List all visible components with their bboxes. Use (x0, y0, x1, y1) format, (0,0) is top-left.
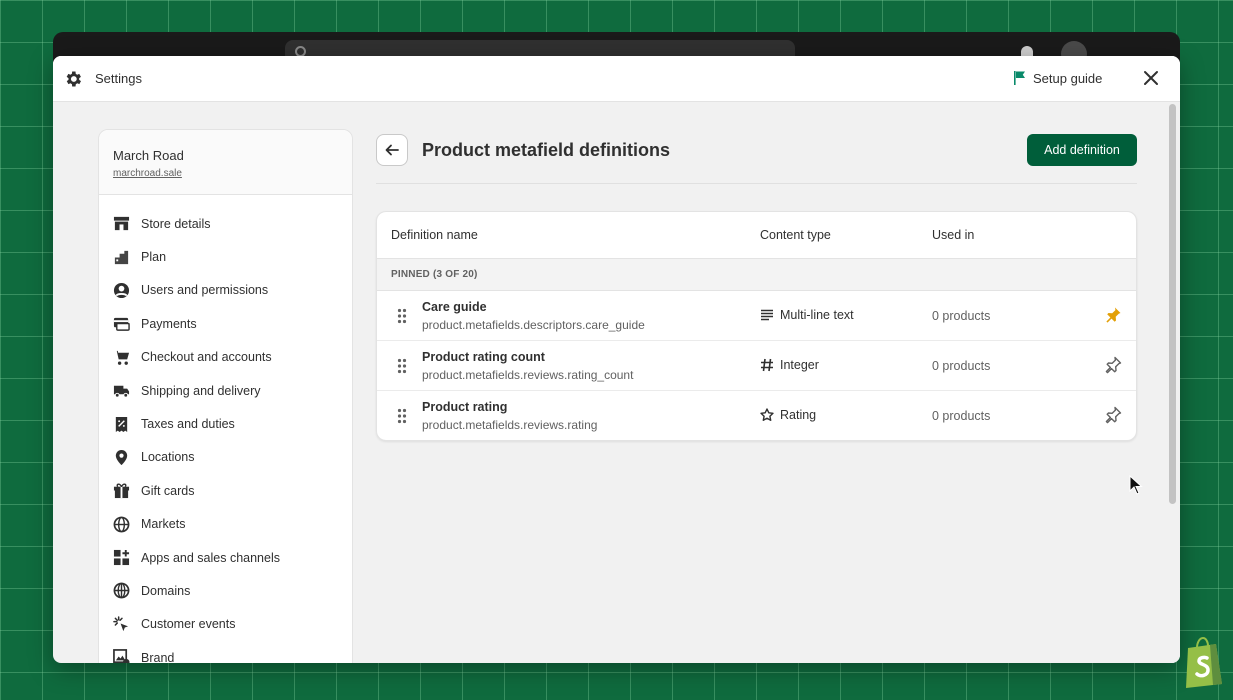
sidebar-item-label: Gift cards (141, 483, 195, 498)
definition-key: product.metafields.reviews.rating (422, 418, 598, 432)
content-type: Rating (760, 408, 816, 422)
sidebar-item-payments[interactable]: Payments (99, 307, 352, 340)
apps-icon (113, 550, 130, 566)
plan-icon (114, 250, 129, 264)
payments-icon (113, 318, 130, 332)
sidebar-item-shipping[interactable]: Shipping and delivery (99, 374, 352, 407)
pin-icon-active[interactable] (1104, 306, 1122, 324)
modal-header: Settings Setup guide (53, 56, 1180, 102)
sidebar-item-label: Markets (141, 517, 186, 532)
table-row[interactable]: Care guide product.metafields.descriptor… (377, 291, 1136, 341)
star-icon (760, 408, 774, 421)
pin-icon[interactable] (1104, 356, 1122, 374)
close-icon[interactable] (1141, 68, 1161, 88)
arrow-left-icon (385, 144, 399, 156)
modal-title: Settings (95, 71, 142, 86)
used-in-count: 0 products (932, 359, 991, 373)
settings-modal: Settings Setup guide March Road marchroa… (53, 56, 1180, 663)
drag-handle-icon[interactable] (397, 358, 407, 374)
content-type-label: Multi-line text (780, 308, 854, 322)
sidebar-item-label: Taxes and duties (141, 417, 235, 432)
column-header-name: Definition name (391, 228, 478, 242)
domains-icon (113, 583, 130, 599)
content-type: Integer (760, 358, 819, 372)
settings-nav: Store details Plan Users and permissions… (99, 195, 352, 663)
store-info: March Road marchroad.sale (99, 130, 352, 195)
divider (376, 183, 1137, 184)
sidebar-item-taxes[interactable]: Taxes and duties (99, 407, 352, 440)
sidebar-item-plan[interactable]: Plan (99, 240, 352, 273)
sidebar-item-label: Plan (141, 250, 167, 265)
store-name: March Road (113, 148, 184, 163)
definition-name: Product rating (422, 400, 508, 414)
add-definition-button[interactable]: Add definition (1027, 134, 1137, 166)
sidebar-item-gift-cards[interactable]: Gift cards (99, 474, 352, 507)
sidebar-item-label: Checkout and accounts (141, 350, 272, 365)
definition-key: product.metafields.descriptors.care_guid… (422, 318, 645, 332)
definitions-table: Definition name Content type Used in PIN… (376, 211, 1137, 441)
pin-icon[interactable] (1104, 406, 1122, 424)
content-type: Multi-line text (760, 308, 854, 322)
scrollbar-thumb[interactable] (1169, 104, 1176, 504)
table-row[interactable]: Product rating count product.metafields.… (377, 341, 1136, 391)
page-title: Product metafield definitions (422, 140, 671, 160)
pinned-count-label: PINNED (3 OF 20) (391, 269, 478, 280)
table-row[interactable]: Product rating product.metafields.review… (377, 391, 1136, 440)
sidebar-item-label: Users and permissions (141, 283, 269, 298)
sidebar-item-customer-events[interactable]: Customer events (99, 608, 352, 641)
globe-icon (113, 516, 130, 533)
sidebar-item-store-details[interactable]: Store details (99, 207, 352, 240)
sidebar-item-label: Store details (141, 216, 211, 231)
sidebar-item-label: Brand (141, 650, 175, 663)
store-icon (113, 217, 130, 231)
table-header: Definition name Content type Used in (377, 212, 1136, 259)
sidebar-item-domains[interactable]: Domains (99, 574, 352, 607)
sidebar-item-apps[interactable]: Apps and sales channels (99, 541, 352, 574)
content-type-label: Integer (780, 358, 819, 372)
flag-icon (1014, 71, 1025, 85)
sidebar-item-label: Shipping and delivery (141, 383, 261, 398)
content-type-label: Rating (780, 408, 817, 422)
setup-guide-label: Setup guide (1033, 70, 1103, 86)
sidebar-item-label: Domains (141, 583, 191, 598)
pinned-section-header: PINNED (3 OF 20) (377, 259, 1136, 291)
sidebar-item-label: Customer events (141, 617, 236, 632)
truck-icon (113, 385, 130, 398)
sidebar-item-brand[interactable]: Brand (99, 641, 352, 663)
location-icon (115, 449, 128, 465)
store-url-link[interactable]: marchroad.sale (113, 168, 182, 179)
settings-sidebar: March Road marchroad.sale Store details … (98, 129, 353, 663)
column-header-used-in: Used in (932, 228, 975, 242)
definition-name: Product rating count (422, 350, 545, 364)
cart-icon (113, 350, 130, 365)
sidebar-item-label: Payments (141, 316, 197, 331)
sidebar-item-markets[interactable]: Markets (99, 508, 352, 541)
gear-icon (66, 71, 81, 87)
sidebar-item-label: Locations (141, 450, 195, 465)
drag-handle-icon[interactable] (397, 408, 407, 424)
sidebar-item-users[interactable]: Users and permissions (99, 274, 352, 307)
brand-icon (113, 649, 130, 663)
used-in-count: 0 products (932, 409, 991, 423)
shopify-bag-logo-icon (1186, 636, 1222, 688)
used-in-count: 0 products (932, 309, 991, 323)
drag-handle-icon[interactable] (397, 308, 407, 324)
sidebar-item-label: Apps and sales channels (141, 550, 280, 565)
setup-guide-button[interactable]: Setup guide (1013, 70, 1102, 86)
definition-key: product.metafields.reviews.rating_count (422, 368, 634, 382)
mouse-cursor-icon (1129, 475, 1143, 495)
definition-name: Care guide (422, 300, 487, 314)
cursor-click-icon (113, 616, 129, 631)
back-button[interactable] (376, 134, 408, 166)
column-header-content-type: Content type (760, 228, 831, 242)
receipt-icon (115, 416, 128, 432)
sidebar-item-locations[interactable]: Locations (99, 441, 352, 474)
hash-icon (761, 358, 773, 372)
gift-icon (113, 483, 130, 499)
user-icon (113, 282, 130, 299)
sidebar-item-checkout[interactable]: Checkout and accounts (99, 341, 352, 374)
text-lines-icon (761, 309, 773, 321)
